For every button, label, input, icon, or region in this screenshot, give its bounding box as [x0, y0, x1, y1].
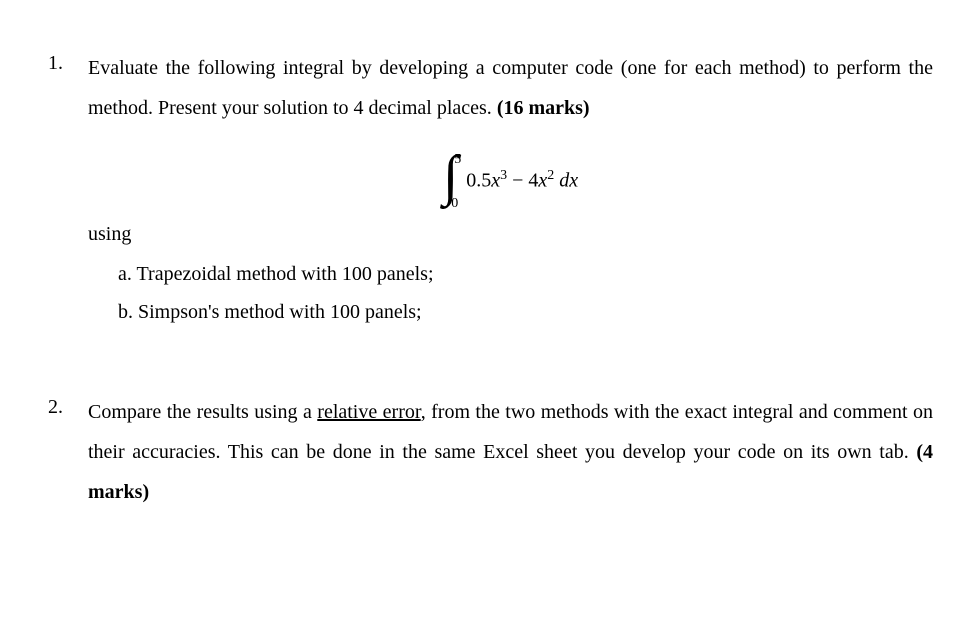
minus-op: −: [507, 169, 528, 191]
dx: dx: [554, 169, 578, 191]
integral-lower-limit: 0: [451, 196, 458, 211]
question-1-body: Evaluate the following integral by devel…: [88, 48, 933, 332]
using-label: using: [88, 216, 933, 252]
integrand: 0.5x3 − 4x2 dx: [466, 165, 578, 196]
q2-underlined: relative error: [317, 401, 420, 423]
question-1-text: Evaluate the following integral by devel…: [88, 48, 933, 128]
q2-text-part1: Compare the results using a: [88, 401, 317, 423]
var-x1: x: [491, 169, 500, 191]
coef-05: 0.5: [466, 169, 491, 191]
question-1-number: 1.: [48, 48, 88, 332]
integral-upper-limit: 5: [454, 152, 461, 167]
question-1: 1. Evaluate the following integral by de…: [48, 48, 933, 332]
question-2-text: Compare the results using a relative err…: [88, 392, 933, 512]
question-2-body: Compare the results using a relative err…: [88, 392, 933, 520]
q1-marks: (16 marks): [497, 97, 590, 119]
q1-sublist: a. Trapezoidal method with 100 panels; b…: [118, 256, 933, 330]
var-x2: x: [538, 169, 547, 191]
q1-sub-a: a. Trapezoidal method with 100 panels;: [118, 256, 933, 292]
coef-4: 4: [528, 169, 538, 191]
question-2-number: 2.: [48, 392, 88, 520]
integral-expression: ∫500.5x3 − 4x2 dx: [88, 138, 933, 198]
question-2: 2. Compare the results using a relative …: [48, 392, 933, 520]
q1-sub-b: b. Simpson's method with 100 panels;: [118, 294, 933, 330]
